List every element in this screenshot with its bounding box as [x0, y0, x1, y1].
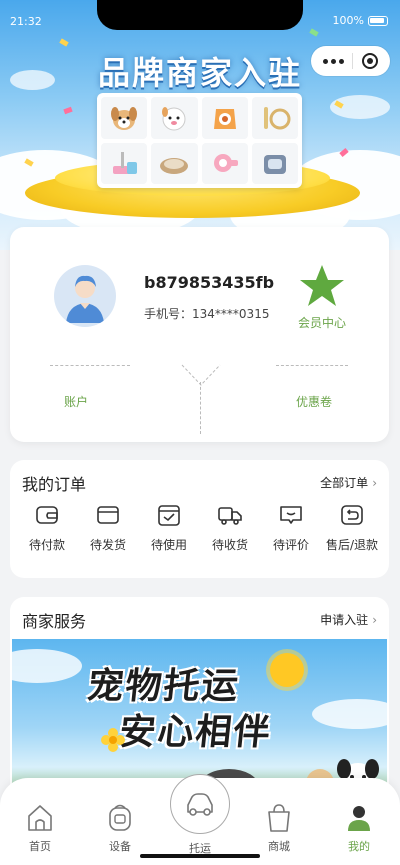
- cloud-decoration: [12, 649, 82, 683]
- merchant-title: 商家服务: [22, 612, 87, 631]
- more-icon[interactable]: [323, 58, 345, 64]
- username: b879853435fb: [144, 273, 275, 292]
- status-bar: 21:32 100%: [0, 0, 400, 44]
- dog-product-icon: [101, 97, 148, 139]
- status-time: 21:32: [10, 15, 42, 28]
- account-link[interactable]: 账户: [64, 393, 88, 410]
- phone-value: 134****0315: [192, 307, 270, 321]
- divider: [276, 365, 348, 366]
- member-center-button[interactable]: 会员中心: [292, 262, 352, 331]
- divider: [50, 365, 130, 366]
- car-icon: [187, 793, 213, 816]
- order-item-label: 售后/退款: [325, 538, 379, 552]
- pet-bed-icon: [151, 142, 198, 184]
- product-showcase: [97, 93, 302, 188]
- user-icon: [348, 806, 370, 831]
- apply-merchant-link[interactable]: 申请入驻 ›: [320, 611, 377, 628]
- device-notch: [97, 0, 303, 30]
- chevron-right-icon: ›: [372, 476, 377, 490]
- chevron-right-icon: ›: [372, 613, 377, 627]
- tab-label: 设备: [109, 840, 131, 853]
- home-icon: [28, 805, 52, 831]
- status-battery: 100%: [333, 14, 388, 27]
- order-pending-review[interactable]: 待评价: [264, 502, 318, 553]
- scoop-icon: [101, 142, 148, 184]
- order-pending-payment[interactable]: 待付款: [20, 502, 74, 553]
- order-item-label: 待付款: [28, 538, 65, 552]
- coupon-link[interactable]: 优惠卷: [296, 393, 332, 410]
- sun-icon: [270, 653, 304, 687]
- flower-icon: [101, 728, 125, 752]
- battery-percent: 100%: [332, 14, 364, 27]
- order-to-use[interactable]: 待使用: [142, 502, 196, 553]
- divider: [200, 382, 201, 434]
- order-pending-shipment[interactable]: 待发货: [81, 502, 135, 553]
- card-icon: [97, 506, 119, 524]
- apply-merchant-label: 申请入驻: [320, 613, 369, 627]
- comment-icon: [280, 506, 302, 524]
- order-item-label: 待评价: [272, 538, 309, 552]
- order-item-label: 待使用: [150, 538, 187, 552]
- profile-card: b879853435fb 手机号：134****0315 会员中心 账户 优惠卷: [10, 227, 389, 442]
- tab-label: 首页: [29, 840, 51, 853]
- ticket-check-icon: [158, 505, 180, 526]
- banner-subheadline: 安心相伴: [117, 712, 274, 753]
- orders-title: 我的订单: [22, 475, 87, 494]
- order-after-sales[interactable]: 售后/退款: [325, 502, 379, 553]
- truck-icon: [218, 507, 242, 525]
- all-orders-link[interactable]: 全部订单 ›: [320, 474, 377, 491]
- avatar[interactable]: [54, 265, 116, 327]
- device-icon: [109, 804, 131, 831]
- wallet-icon: [36, 506, 58, 524]
- home-indicator: [140, 854, 260, 858]
- tab-home[interactable]: 首页: [10, 802, 70, 854]
- pet-food-bag-icon: [201, 97, 248, 139]
- rope-toy-icon: [251, 97, 298, 139]
- phone-number: 手机号：134****0315: [144, 305, 269, 322]
- bottom-tab-bar: 首页 设备 托运 商城 我的: [0, 774, 400, 865]
- tab-mine[interactable]: 我的: [329, 802, 389, 854]
- return-icon: [341, 505, 363, 525]
- banner-headline: 宠物托运: [85, 666, 242, 707]
- battery-icon: [368, 15, 388, 26]
- my-orders-card: 我的订单 全部订单 › 待付款 待发货 待使用 待收货 待评价 售后/退款: [10, 460, 389, 578]
- capsule-divider: [352, 53, 354, 69]
- litter-box-icon: [251, 142, 298, 184]
- pet-dryer-icon: [201, 142, 248, 184]
- shopping-bag-icon: [268, 804, 290, 832]
- member-center-label: 会员中心: [297, 316, 346, 330]
- divider-fork: [181, 364, 221, 386]
- all-orders-label: 全部订单: [320, 476, 369, 490]
- cloud-decoration: [312, 699, 387, 729]
- tab-label: 我的: [348, 840, 370, 853]
- tab-shipping[interactable]: [170, 774, 230, 834]
- merchant-services-card: 商家服务 申请入驻 › 宠物托运 安心相伴: [10, 597, 389, 797]
- puppy-toy-icon: [151, 97, 198, 139]
- order-status-row: 待付款 待发货 待使用 待收货 待评价 售后/退款: [10, 502, 389, 553]
- confetti: [63, 106, 73, 115]
- order-item-label: 待发货: [89, 538, 126, 552]
- mini-program-capsule: [311, 46, 390, 76]
- tab-device[interactable]: 设备: [90, 802, 150, 854]
- star-icon: [300, 265, 344, 306]
- tab-label: 商城: [268, 840, 290, 853]
- close-target-icon[interactable]: [361, 53, 378, 69]
- order-pending-receipt[interactable]: 待收货: [203, 502, 257, 553]
- order-item-label: 待收货: [211, 538, 248, 552]
- tab-mall[interactable]: 商城: [249, 802, 309, 854]
- phone-label: 手机号：: [144, 307, 193, 321]
